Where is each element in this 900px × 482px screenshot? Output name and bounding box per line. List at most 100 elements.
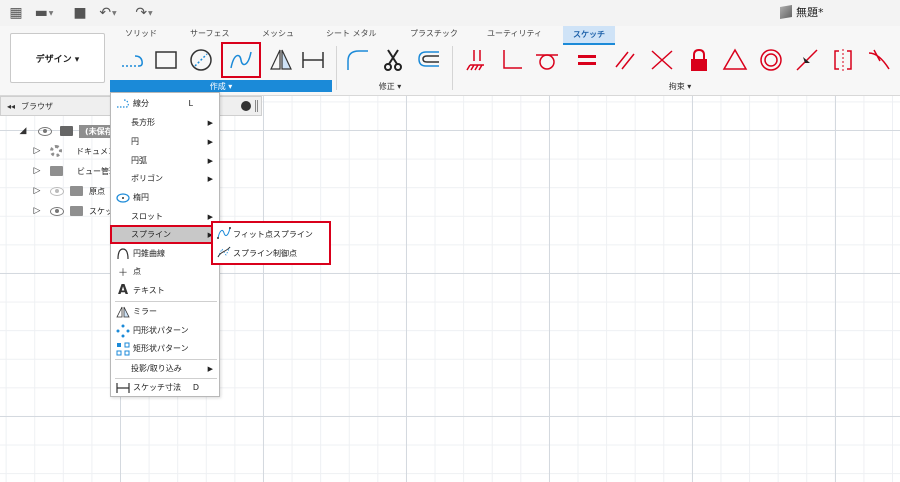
expand-triangle-icon[interactable]: ▷ — [32, 146, 42, 156]
menu-item-rectangle[interactable]: 長方形 ▶ — [111, 114, 219, 131]
menu-item-conic[interactable]: 円錐曲線 — [111, 245, 219, 262]
equal-constraint-tool[interactable] — [572, 45, 602, 75]
fillet-tool[interactable] — [343, 45, 373, 75]
tree-label: 原点 — [89, 186, 105, 196]
tab-sheet-metal[interactable]: シート メタル — [326, 28, 377, 39]
tab-mesh[interactable]: メッシュ — [262, 28, 294, 39]
tree-row-sketches[interactable]: ▷ スケッチ — [32, 202, 121, 220]
panel-handle-icon[interactable] — [255, 100, 258, 112]
menu-item-project-include[interactable]: 投影/取り込み ▶ — [111, 360, 219, 377]
eye-icon[interactable] — [38, 126, 52, 136]
tab-plastic[interactable]: プラスチック — [410, 28, 458, 39]
triangle-constraint-tool[interactable] — [720, 45, 750, 75]
perpendicular-constraint-tool[interactable] — [497, 45, 527, 75]
panel-divider — [336, 46, 337, 90]
panel-divider — [452, 46, 453, 90]
submenu-arrow-icon: ▶ — [207, 137, 213, 146]
menu-item-mirror[interactable]: ミラー — [111, 303, 219, 320]
line-tool[interactable] — [117, 45, 147, 75]
expand-triangle-icon[interactable]: ▷ — [32, 186, 42, 196]
concentric-constraint-tool[interactable] — [756, 45, 786, 75]
expand-triangle-icon[interactable]: ▷ — [32, 206, 42, 216]
eye-icon[interactable] — [50, 206, 64, 216]
dimension-tool[interactable] — [298, 45, 328, 75]
curvature-constraint-tool[interactable] — [864, 45, 894, 75]
workspace-dropdown[interactable]: デザイン ▾ — [10, 33, 105, 83]
rectangular-pattern-icon — [115, 342, 131, 356]
fix-constraint-tool[interactable] — [462, 45, 492, 75]
ribbon: ソリッド サーフェス メッシュ シート メタル プラスチック ユーティリティ ス… — [0, 26, 900, 96]
menu-item-spline[interactable]: スプライン ▶ — [110, 225, 220, 244]
document-title: 無題* — [780, 4, 824, 20]
menu-item-label: 円 — [131, 137, 139, 146]
cube-icon — [780, 4, 792, 20]
circular-pattern-icon — [115, 324, 131, 338]
folder-icon — [50, 166, 63, 176]
redo-icon[interactable]: ↷ ▼ — [134, 3, 154, 23]
menu-item-arc[interactable]: 円弧 ▶ — [111, 152, 219, 169]
menu-item-label: 円形状パターン — [133, 326, 189, 335]
midpoint-icon — [796, 49, 818, 71]
menu-item-point[interactable]: ＋ 点 — [111, 263, 219, 280]
tree-row-root[interactable]: ◢ (未保存) — [18, 122, 123, 140]
submenu-item-label: スプライン制御点 — [233, 248, 297, 258]
expand-triangle-icon[interactable]: ▷ — [32, 166, 42, 176]
coincident-constraint-tool[interactable] — [647, 45, 677, 75]
undo-icon[interactable]: ↶ ▼ — [98, 3, 118, 23]
menu-item-ellipse[interactable]: 楕円 — [111, 189, 219, 206]
mirror-icon — [270, 49, 292, 70]
minus-circle-icon[interactable] — [241, 101, 251, 111]
file-icon[interactable]: ▬ ▼ — [34, 3, 54, 23]
fit-point-spline-icon — [217, 227, 231, 241]
trim-tool[interactable] — [378, 45, 408, 75]
lock-tool[interactable] — [684, 45, 714, 75]
menu-item-label: 点 — [133, 267, 141, 276]
submenu-arrow-icon: ▶ — [207, 174, 213, 183]
midpoint-constraint-tool[interactable] — [792, 45, 822, 75]
tab-utility[interactable]: ユーティリティ — [487, 28, 542, 39]
eye-hidden-icon[interactable] — [50, 186, 64, 196]
parallel-constraint-tool[interactable] — [610, 45, 640, 75]
offset-tool[interactable] — [414, 45, 444, 75]
dimension-icon — [115, 381, 131, 395]
tab-solid[interactable]: ソリッド — [125, 28, 157, 39]
circle-tool[interactable] — [186, 45, 216, 75]
menu-item-label: スケッチ寸法 — [133, 383, 181, 392]
menu-item-circular-pattern[interactable]: 円形状パターン — [111, 322, 219, 339]
menu-item-circle[interactable]: 円 ▶ — [111, 133, 219, 150]
dimension-icon — [302, 52, 324, 68]
menu-item-line[interactable]: 線分 L — [111, 95, 219, 112]
tree-row-origin[interactable]: ▷ 原点 — [32, 182, 105, 200]
symmetry-constraint-tool[interactable] — [828, 45, 858, 75]
submenu-item-control-point-spline[interactable]: スプライン制御点 — [217, 244, 297, 262]
menu-item-slot[interactable]: スロット ▶ — [111, 208, 219, 225]
save-icon[interactable]: ■ — [70, 3, 90, 23]
submenu-arrow-icon: ▶ — [207, 156, 213, 165]
submenu-item-fit-point-spline[interactable]: フィット点スプライン — [217, 225, 313, 243]
tangent-constraint-tool[interactable] — [532, 45, 562, 75]
rectangle-tool[interactable] — [151, 45, 181, 75]
browser-title: ブラウザ — [21, 101, 54, 111]
menu-divider — [115, 301, 217, 302]
menu-item-label: 投影/取り込み — [131, 364, 182, 373]
document-icon — [60, 126, 73, 136]
grid-icon[interactable]: ▦ — [6, 3, 26, 23]
modify-panel-button[interactable]: 修正 ▾ — [340, 80, 440, 92]
submenu-arrow-icon: ▶ — [207, 364, 213, 373]
collapse-arrows-icon[interactable]: ◂◂ — [7, 102, 15, 111]
mirror-tool[interactable] — [266, 45, 296, 75]
menu-item-text[interactable]: A テキスト — [111, 282, 219, 299]
create-panel-button[interactable]: 作成 ▾ — [110, 80, 332, 92]
menu-item-polygon[interactable]: ポリゴン ▶ — [111, 170, 219, 187]
constraints-panel-button[interactable]: 拘束 ▾ — [460, 80, 900, 92]
expand-triangle-icon[interactable]: ◢ — [18, 126, 28, 136]
menu-item-rectangular-pattern[interactable]: 矩形状パターン — [111, 340, 219, 357]
tree-row-named-views[interactable]: ▷ ビュー管理 — [32, 162, 117, 180]
spline-icon — [230, 51, 252, 69]
submenu-arrow-icon: ▶ — [207, 212, 213, 221]
tab-sketch[interactable]: スケッチ — [563, 26, 615, 45]
spline-tool[interactable] — [221, 42, 261, 78]
lock-icon — [691, 48, 707, 71]
menu-item-sketch-dimension[interactable]: スケッチ寸法 D — [111, 379, 219, 396]
tab-surface[interactable]: サーフェス — [190, 28, 230, 39]
